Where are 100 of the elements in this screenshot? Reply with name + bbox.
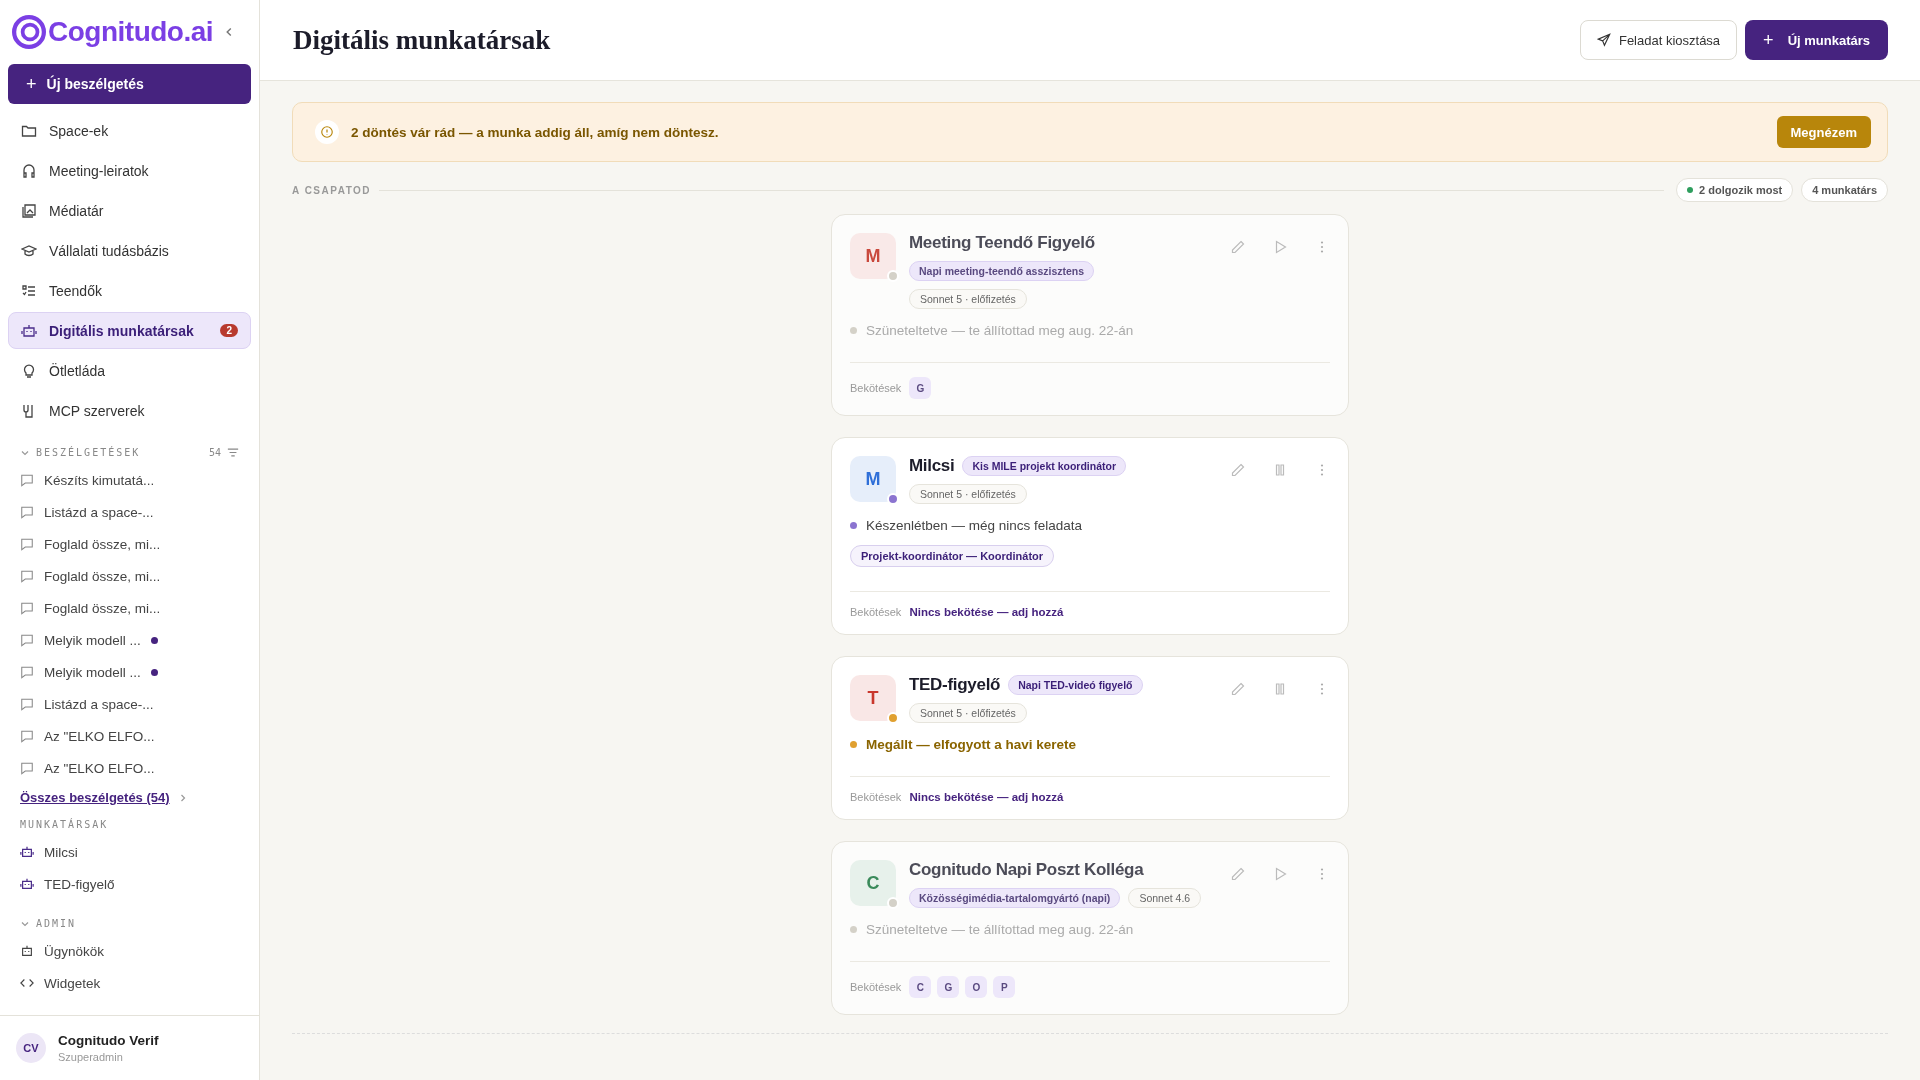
chat-bubble-icon [20,569,34,583]
edit-pencil-icon[interactable] [1230,866,1246,882]
cap-icon [21,242,37,259]
avatar-tile: T [850,675,896,721]
bindings-label: Bekötések [850,382,902,394]
conversation-count: 54 [208,447,221,458]
new-chat-button[interactable]: + Új beszélgetés [8,64,251,104]
sidebar-nav-item[interactable]: Ötletláda [8,352,251,389]
working-count-pill: 2 dolgozik most [1676,178,1794,202]
bulb-icon [21,362,37,379]
role-tag: Napi meeting-teendő asszisztens [909,261,1095,281]
binding-chip[interactable]: C [909,976,932,998]
headset-icon [21,162,37,179]
coworker-name: TED-figyelő [909,675,1001,695]
user-role: Szuperadmin [58,1051,124,1063]
send-icon [1596,33,1611,47]
coworker-item[interactable]: Milcsi [8,836,251,868]
conversation-item[interactable]: Az "ELKO ELFO... [8,720,251,752]
user-name: Cognitudo Verif [58,1033,159,1048]
chat-bubble-icon [20,505,34,519]
conversation-item[interactable]: Listázd a space-... [8,496,251,528]
section-title: A CSAPATOD [292,184,372,196]
robot-icon [20,944,34,958]
skill-tag: Projekt-koordinátor — Koordinátor [850,545,1055,567]
bindings-label: Bekötések [850,791,902,803]
sidebar-nav-item[interactable]: Meeting-leiratok [8,152,251,189]
chat-bubble-icon [20,473,34,487]
sidebar-nav-item[interactable]: Digitális munkatársak 2 [8,312,251,349]
sidebar-nav-item[interactable]: Teendők [8,272,251,309]
chat-bubble-icon [20,633,34,647]
robot-icon [20,845,34,859]
warning-circle-icon [315,120,339,144]
add-binding-link[interactable]: Nincs bekötése — adj hozzá [909,791,1064,803]
coworker-name: Milcsi [909,456,955,476]
brand-name: Cognitudo.ai [48,16,214,48]
binding-chip[interactable]: P [993,976,1016,998]
page-title: Digitális munkatársak [293,24,551,56]
robot-icon [20,877,34,891]
binding-chip[interactable]: G [937,976,960,998]
image-icon [21,202,37,219]
status-text: Szüneteltetve — te állítottad meg aug. 22-án [866,922,1134,937]
chat-bubble-icon [20,729,34,743]
sidebar-nav-item[interactable]: Space-ek [8,112,251,149]
edit-pencil-icon[interactable] [1230,681,1246,697]
bindings-label: Bekötések [850,606,902,618]
chat-bubble-icon [20,761,34,775]
bindings-label: Bekötések [850,981,902,993]
status-text: Szüneteltetve — te állítottad meg aug. 22-án [866,323,1134,338]
conversation-item[interactable]: Készíts kimutatá... [8,464,251,496]
binding-chip[interactable]: O [965,976,988,998]
conversation-item[interactable]: Az "ELKO ELFO... [8,752,251,784]
conversation-item[interactable]: Foglald össze, mi... [8,560,251,592]
new-coworker-button[interactable]: + Új munkatárs [1745,20,1888,60]
conversation-item[interactable]: Listázd a space-... [8,688,251,720]
sidebar-nav-item[interactable]: Médiatár [8,192,251,229]
all-conversations-link[interactable]: Összes beszélgetés (54) [20,790,170,805]
avatar-tile: C [850,860,896,906]
coworker-name: Meeting Teendő Figyelő [909,233,1095,253]
section-title: ADMIN [36,918,77,929]
conversation-item[interactable]: Melyik modell ... [8,624,251,656]
chat-bubble-icon [20,665,34,679]
section-title: BESZÉLGETÉSEK [36,447,141,458]
code-icon [20,976,34,990]
conversation-item[interactable]: Foglald össze, mi... [8,528,251,560]
role-tag: Napi TED-videó figyelő [1008,675,1143,695]
assign-task-button[interactable]: Feladat kiosztása [1579,20,1738,60]
alert-message: 2 döntés vár rád — a munka addig áll, amíg nem döntesz. [351,124,720,140]
sidebar-nav-item[interactable]: MCP szerverek [8,392,251,429]
admin-item[interactable]: Ügynökök [8,935,251,967]
edit-pencil-icon[interactable] [1230,239,1246,255]
model-tag: Sonnet 5 · előfizetés [909,289,1027,309]
role-tag: Közösségimédia-tartalomgyártó (napi) [909,888,1121,908]
section-title: MUNKATÁRSAK [20,819,109,830]
binding-chip[interactable]: G [909,377,932,399]
add-binding-link[interactable]: Nincs bekötése — adj hozzá [909,606,1064,618]
sidebar-nav-item[interactable]: Vállalati tudásbázis [8,232,251,269]
coworker-item[interactable]: TED-figyelő [8,868,251,900]
coworker-name: Cognitudo Napi Poszt Kolléga [909,860,1144,880]
avatar-tile: M [850,456,896,502]
coworker-count-pill: 4 munkatárs [1801,178,1888,202]
conversation-item[interactable]: Foglald össze, mi... [8,592,251,624]
bot-icon [21,322,37,339]
chat-bubble-icon [20,601,34,615]
conversation-item[interactable]: Melyik modell ... [8,656,251,688]
admin-item[interactable]: Widgetek [8,967,251,999]
role-tag: Kis MILE projekt koordinátor [962,456,1126,476]
model-tag: Sonnet 5 · előfizetés [909,703,1027,723]
logo-swirl-icon [12,15,46,49]
avatar-tile: M [850,233,896,279]
status-text: Készenlétben — még nincs feladata [866,518,1083,533]
edit-pencil-icon[interactable] [1230,462,1246,478]
chat-bubble-icon [20,537,34,551]
model-tag: Sonnet 5 · előfizetés [909,484,1027,504]
count-badge: 2 [220,324,238,337]
filter-icon[interactable] [227,448,239,457]
status-text: Megállt — elfogyott a havi kerete [866,737,1077,752]
model-tag: Sonnet 4.6 [1128,888,1202,908]
list-icon [21,282,37,299]
chat-bubble-icon [20,697,34,711]
user-avatar[interactable]: CV [16,1033,46,1063]
